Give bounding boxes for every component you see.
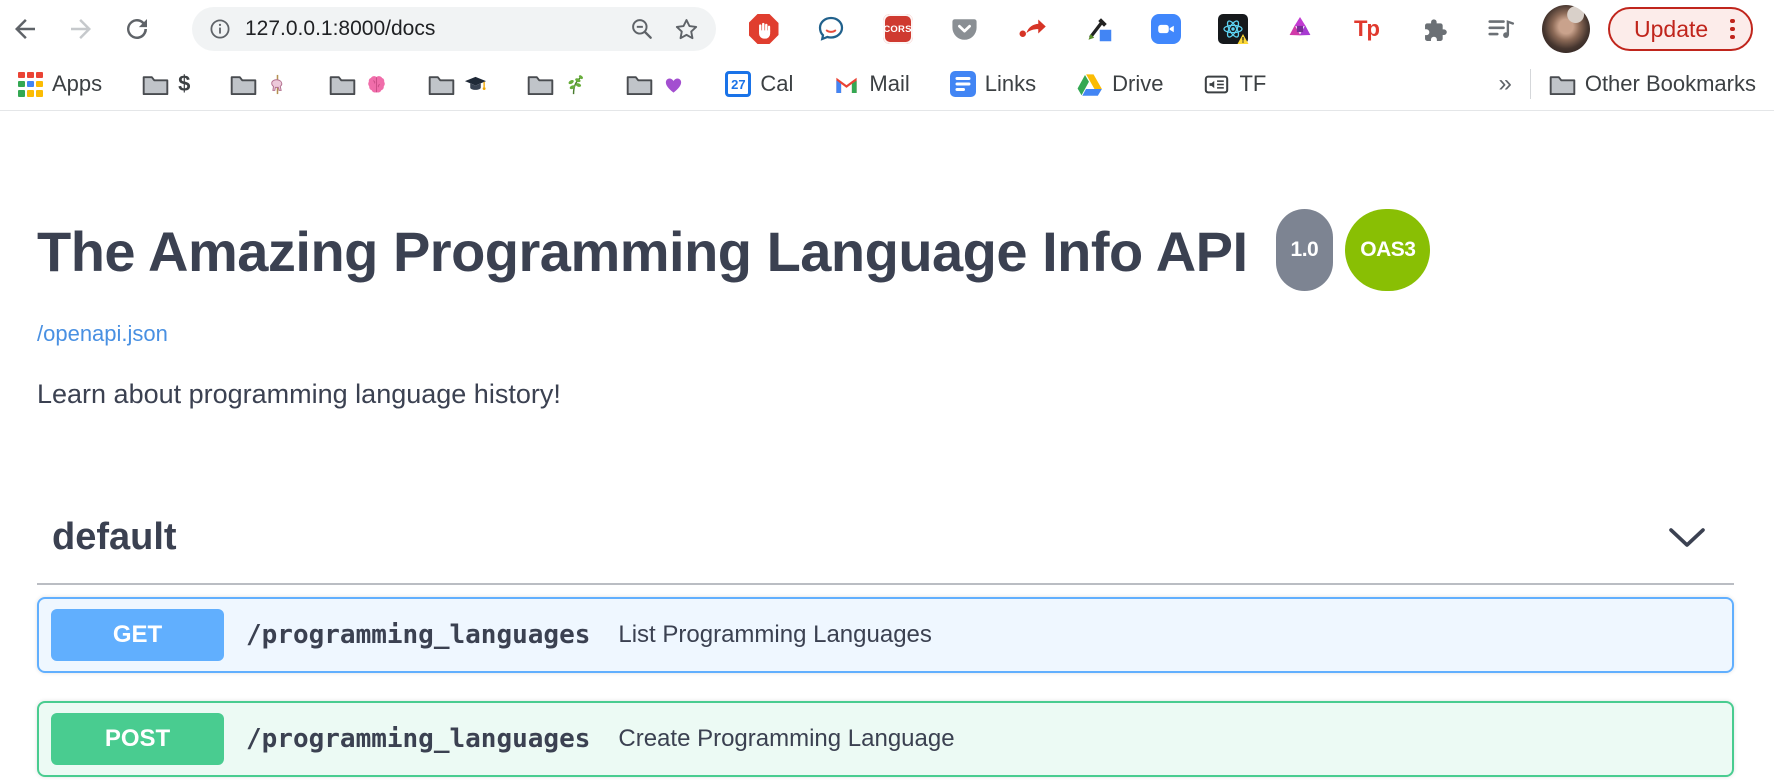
address-bar[interactable]: 127.0.0.1:8000/docs: [192, 7, 716, 51]
bookmark-links[interactable]: Links: [950, 71, 1036, 97]
calendar-icon: 27: [725, 71, 751, 97]
folder-icon: [527, 73, 554, 96]
reload-button[interactable]: [122, 14, 152, 44]
folder-icon: [329, 73, 356, 96]
section-header[interactable]: default: [37, 494, 1734, 585]
news-audio-icon: [1203, 71, 1230, 98]
bookmark-folder-dollar[interactable]: $: [142, 71, 190, 97]
operation-summary: List Programming Languages: [618, 621, 932, 649]
folder-icon: [142, 73, 169, 96]
forward-button[interactable]: [66, 14, 96, 44]
chat-extension-button[interactable]: [815, 14, 846, 45]
bookmark-drive[interactable]: Drive: [1076, 71, 1163, 98]
extensions-menu-button[interactable]: [1418, 14, 1449, 45]
method-badge-post: POST: [51, 713, 224, 765]
share-arrow-icon: [1017, 14, 1047, 44]
operation-row-get[interactable]: GET /programming_languages List Programm…: [37, 597, 1734, 673]
zoom-icon[interactable]: [629, 16, 655, 42]
bookmark-folder-graduation[interactable]: [428, 73, 487, 96]
purple-heart-icon: [662, 73, 685, 96]
puzzle-icon: [1419, 15, 1448, 44]
recycle-icon: [1285, 14, 1315, 44]
apps-grid-icon: [18, 72, 43, 97]
apps-shortcut[interactable]: Apps: [18, 71, 102, 97]
bookmark-folder-carousel[interactable]: [230, 73, 289, 96]
docs-icon: [950, 71, 976, 97]
url-text[interactable]: 127.0.0.1:8000/docs: [245, 17, 611, 41]
bookmark-star-icon[interactable]: [673, 16, 700, 43]
folder-icon: [230, 73, 257, 96]
extensions-strip: CORS: [748, 14, 1516, 45]
playlist-extension-button[interactable]: [1485, 14, 1516, 45]
warning-icon: [1237, 33, 1249, 45]
version-badge: 1.0: [1276, 209, 1334, 291]
tp-extension-button[interactable]: Tp: [1351, 14, 1382, 45]
update-button[interactable]: Update: [1608, 7, 1753, 51]
folder-icon: [626, 73, 653, 96]
bookmark-tf[interactable]: TF: [1203, 71, 1266, 98]
hand-stop-icon: [749, 14, 779, 44]
playlist-icon: [1486, 14, 1516, 44]
graduation-cap-icon: [464, 73, 487, 96]
operation-summary: Create Programming Language: [618, 725, 954, 753]
operation-row-post[interactable]: POST /programming_languages Create Progr…: [37, 701, 1734, 777]
bookmarks-overflow-chevron[interactable]: »: [1498, 70, 1511, 98]
zoom-extension-button[interactable]: [1150, 14, 1181, 45]
bookmark-folder-herb[interactable]: [527, 73, 586, 96]
method-badge-get: GET: [51, 609, 224, 661]
brain-icon: [365, 73, 388, 96]
bookmark-mail[interactable]: Mail: [833, 71, 909, 98]
gmail-icon: [833, 71, 860, 98]
chat-bubble-icon: [816, 14, 846, 44]
back-button[interactable]: [10, 14, 40, 44]
share-extension-button[interactable]: [1016, 14, 1047, 45]
tp-icon: Tp: [1354, 16, 1379, 42]
cors-extension-button[interactable]: CORS: [882, 14, 913, 45]
update-label: Update: [1634, 16, 1708, 43]
bookmarks-bar: Apps $: [0, 58, 1774, 111]
colorpicker-extension-button[interactable]: [1083, 14, 1114, 45]
carousel-horse-icon: [266, 73, 289, 96]
operation-path: /programming_languages: [246, 620, 590, 650]
other-bookmarks[interactable]: Other Bookmarks: [1549, 71, 1756, 97]
page-title: The Amazing Programming Language Info AP…: [37, 215, 1734, 297]
oas3-badge: OAS3: [1345, 209, 1430, 291]
adblock-extension-button[interactable]: [748, 14, 779, 45]
react-devtools-extension-button[interactable]: [1217, 14, 1248, 45]
api-description: Learn about programming language history…: [37, 379, 1734, 410]
collapse-chevron-icon[interactable]: [1668, 527, 1706, 549]
cors-icon: CORS: [883, 14, 913, 44]
pocket-icon: [950, 15, 979, 44]
video-camera-icon: [1151, 14, 1181, 44]
herb-icon: [563, 73, 586, 96]
bookmark-folder-purple-heart[interactable]: [626, 73, 685, 96]
drive-icon: [1076, 71, 1103, 98]
browser-menu-kebab-icon[interactable]: [1730, 19, 1735, 40]
swagger-docs-page: The Amazing Programming Language Info AP…: [0, 111, 1774, 780]
page-info-icon[interactable]: [208, 17, 232, 41]
profile-avatar[interactable]: [1542, 5, 1590, 53]
recycle-extension-button[interactable]: [1284, 14, 1315, 45]
section-title: default: [52, 516, 177, 559]
pocket-extension-button[interactable]: [949, 14, 980, 45]
openapi-spec-link[interactable]: /openapi.json: [37, 321, 168, 347]
eyedropper-icon: [1084, 14, 1114, 44]
bookmark-cal[interactable]: 27 Cal: [725, 71, 793, 97]
folder-icon: [1549, 73, 1576, 96]
operation-path: /programming_languages: [246, 724, 590, 754]
bookmarks-divider: [1530, 69, 1531, 99]
bookmark-folder-brain[interactable]: [329, 73, 388, 96]
api-title-text: The Amazing Programming Language Info AP…: [37, 220, 1248, 283]
browser-toolbar: 127.0.0.1:8000/docs CORS: [0, 0, 1774, 58]
tag-section-default: default GET /programming_languages List …: [37, 494, 1734, 777]
folder-icon: [428, 73, 455, 96]
